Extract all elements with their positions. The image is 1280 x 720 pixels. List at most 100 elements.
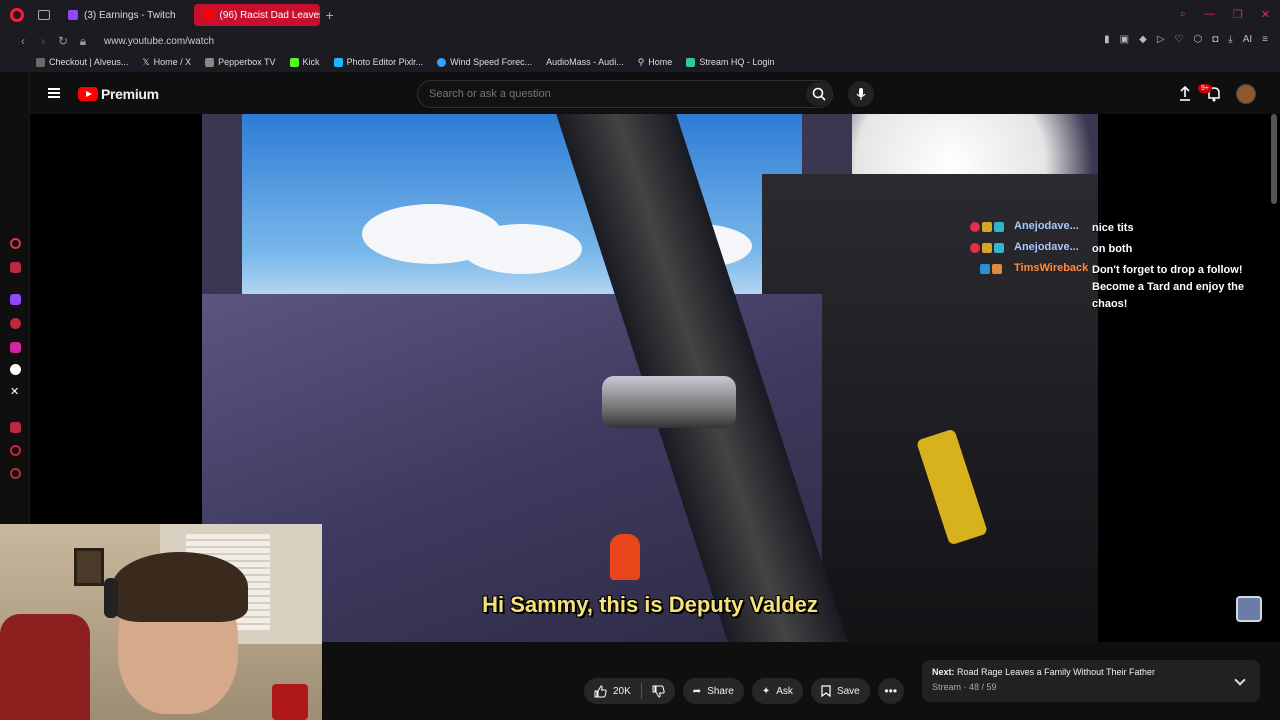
video-frame[interactable]: Hi Sammy, this is Deputy Valdez [202, 114, 1098, 642]
bookmark-favicon-icon [437, 57, 447, 67]
back-icon[interactable]: ‹ [14, 34, 32, 48]
notification-badge: 9+ [1198, 84, 1212, 93]
like-dislike-group: 20K [584, 678, 675, 704]
aria-icon[interactable] [10, 238, 21, 249]
bookmark-item[interactable]: Kick [289, 57, 320, 67]
save-button[interactable]: Save [810, 678, 870, 704]
address-bar-icons: ▮ ▣ ◆ ▷ ♡ ⬡ ◘ ⤓ AI ≡ [1104, 34, 1268, 45]
forward-icon[interactable]: › [34, 34, 52, 48]
next-video-title: Road Rage Leaves a Family Without Their … [957, 667, 1155, 677]
bookmark-favicon-icon [686, 57, 696, 67]
bookmark-item[interactable]: Wind Speed Forec... [437, 57, 532, 67]
tiktok-icon[interactable] [10, 364, 21, 375]
more-options-icon[interactable]: ••• [877, 678, 904, 704]
share-icon: ➦ [692, 685, 702, 697]
bag-icon[interactable] [10, 262, 21, 273]
bookmark-item[interactable]: Pepperbox TV [205, 57, 276, 67]
wallet-icon[interactable]: ◘ [1212, 34, 1218, 45]
bookmark-icon[interactable]: ▮ [1104, 34, 1110, 45]
tab-label: (96) Racist Dad Leaves [219, 9, 320, 21]
history-icon[interactable] [10, 422, 21, 433]
shield-icon[interactable]: ◆ [1139, 34, 1147, 45]
snapshot-icon[interactable]: ▣ [1120, 34, 1129, 45]
tab-youtube[interactable]: (96) Racist Dad Leaves [193, 4, 320, 26]
instagram-icon[interactable] [10, 342, 21, 353]
crown-badge-icon [982, 243, 992, 253]
bookmark-item[interactable]: 𝕏 Home / X [142, 57, 191, 68]
bookmark-label: AudioMass - Audi... [546, 57, 624, 67]
chat-message: TimsWireback Don't forget to drop a foll… [970, 262, 1270, 313]
close-icon[interactable]: ✕ [1261, 8, 1270, 21]
bookmark-save-icon [821, 685, 831, 697]
play-icon[interactable]: ▷ [1157, 34, 1165, 45]
settings-icon[interactable] [10, 468, 21, 479]
bookmark-item[interactable]: Stream HQ - Login [686, 57, 774, 67]
ask-button[interactable]: ✦ Ask [751, 678, 803, 704]
sub-badge-icon [994, 243, 1004, 253]
address-bar: ‹ › ↻ 🔒︎ www.youtube.com/watch ▮ ▣ ◆ ▷ ♡… [0, 30, 1280, 52]
microphone-icon[interactable] [848, 81, 874, 107]
page-scrollbar[interactable] [1271, 114, 1277, 204]
orange-object [610, 534, 640, 580]
percent-icon[interactable] [10, 318, 21, 329]
bookmark-label: Photo Editor Pixlr... [346, 57, 424, 67]
extensions-icon[interactable]: ⬡ [1194, 34, 1203, 45]
workspaces-icon[interactable] [38, 10, 50, 20]
dislike-button[interactable] [642, 685, 675, 698]
menu-icon[interactable]: ≡ [1262, 34, 1268, 45]
bookmark-item[interactable]: AudioMass - Audi... [546, 57, 624, 67]
crown-badge-icon [982, 222, 992, 232]
chat-text: nice tits [1092, 222, 1134, 234]
up-next-card[interactable]: Next: Road Rage Leaves a Family Without … [922, 660, 1260, 702]
x-icon[interactable]: ✕ [10, 387, 21, 398]
minimize-icon[interactable]: — [1204, 8, 1215, 21]
like-button[interactable]: 20K [584, 684, 641, 698]
new-tab-button[interactable]: + [326, 7, 334, 23]
search-icon[interactable] [806, 82, 832, 106]
sword-badge-icon [992, 264, 1002, 274]
bookmark-label: Checkout | Alveus... [49, 57, 129, 67]
bot-badge-icon [980, 264, 990, 274]
menu-hamburger-icon[interactable] [48, 88, 60, 98]
ai-button[interactable]: AI [1243, 34, 1252, 45]
door-handle [602, 376, 736, 428]
reload-icon[interactable]: ↻ [54, 34, 72, 48]
video-action-bar: 20K ➦ Share ✦ Ask Save ••• [584, 678, 904, 704]
search-input[interactable] [418, 81, 778, 107]
download-icon[interactable]: ⤓ [1228, 34, 1232, 45]
share-button[interactable]: ➦ Share [682, 678, 744, 704]
sparkle-icon: ✦ [761, 685, 771, 697]
upload-icon[interactable] [1178, 86, 1192, 102]
clock-icon[interactable] [10, 445, 21, 456]
chat-username: Anejodave... [1014, 220, 1079, 232]
twitch-favicon-icon [68, 10, 78, 20]
chat-message: Anejodave... nice tits [970, 220, 1270, 237]
kick-favicon-icon [289, 57, 299, 67]
browser-tab-bar: (3) Earnings - Twitch (96) Racist Dad Le… [0, 0, 1280, 30]
youtube-favicon-icon [203, 10, 214, 20]
opera-logo-icon[interactable] [10, 8, 24, 22]
next-title: Next: Road Rage Leaves a Family Without … [932, 667, 1250, 677]
search-box[interactable] [417, 80, 833, 108]
twitch-icon[interactable] [10, 294, 21, 305]
like-count: 20K [613, 685, 631, 697]
youtube-premium-label[interactable]: Premium [101, 86, 159, 102]
youtube-logo-icon[interactable] [78, 87, 98, 101]
maximize-icon[interactable]: ❐ [1233, 8, 1243, 21]
channel-watermark-icon[interactable] [1236, 596, 1262, 622]
avatar[interactable] [1236, 84, 1256, 104]
bookmark-item[interactable]: Checkout | Alveus... [36, 57, 128, 67]
url-field[interactable]: www.youtube.com/watch [104, 36, 214, 47]
bookmark-favicon-icon [333, 57, 343, 67]
chat-text: on both [1092, 243, 1133, 255]
bookmark-label: Pepperbox TV [218, 57, 276, 67]
bookmark-item[interactable]: ⚲ Home [638, 57, 673, 68]
tab-twitch[interactable]: (3) Earnings - Twitch [58, 4, 186, 26]
bookmark-label: Home [648, 57, 673, 67]
search-tabs-icon[interactable]: ⌕ [1180, 8, 1186, 21]
chat-text: Don't forget to drop a follow! Become a … [1092, 264, 1245, 310]
ask-label: Ask [776, 685, 793, 697]
heart-icon[interactable]: ♡ [1175, 34, 1184, 45]
bookmark-item[interactable]: Photo Editor Pixlr... [333, 57, 424, 67]
next-playlist-info: Stream · 48 / 59 [932, 682, 997, 692]
